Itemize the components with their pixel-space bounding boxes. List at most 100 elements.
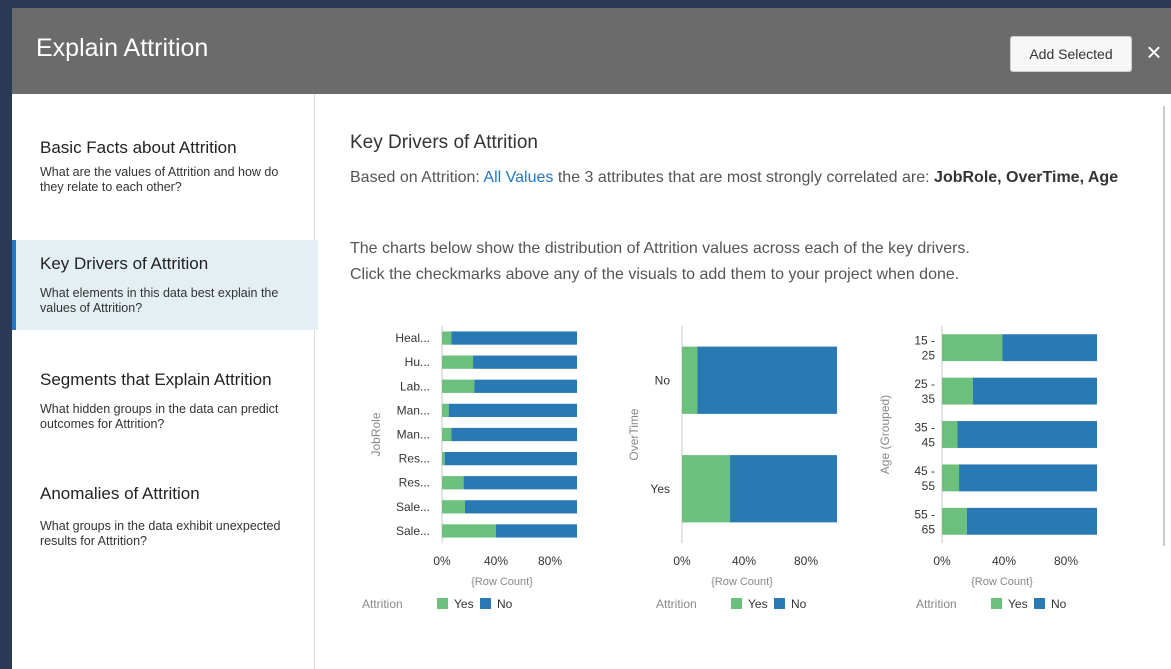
y-tick-label: 55 xyxy=(922,479,936,493)
bar-yes xyxy=(442,331,452,345)
legend-label-no: No xyxy=(497,597,513,611)
bar-yes xyxy=(442,451,445,466)
legend-swatch-no xyxy=(480,598,491,609)
sidebar-item-title: Segments that Explain Attrition xyxy=(40,370,272,389)
description-text: The charts below show the distribution o… xyxy=(350,236,1150,288)
y-tick-label: No xyxy=(655,373,671,387)
bar-yes xyxy=(442,500,465,514)
close-icon[interactable]: × xyxy=(1140,36,1168,70)
x-axis-title: {Row Count} xyxy=(711,576,773,588)
legend-swatch-no xyxy=(1034,598,1045,609)
bar-yes xyxy=(442,476,464,490)
description-line: The charts below show the distribution o… xyxy=(350,240,970,257)
bar-yes xyxy=(942,464,960,492)
bar-no xyxy=(973,377,1097,405)
intro-text: Based on Attrition: All Values the 3 att… xyxy=(350,165,1150,191)
bar-no xyxy=(957,421,1097,448)
scrollbar[interactable] xyxy=(1163,106,1165,546)
bar-no xyxy=(474,379,577,393)
x-tick-label: 40% xyxy=(484,554,508,568)
x-axis-title: {Row Count} xyxy=(971,576,1033,588)
y-tick-label: Lab... xyxy=(400,379,430,393)
y-tick-label: 55 - xyxy=(914,507,935,521)
bar-no xyxy=(1002,334,1097,362)
legend-label-no: No xyxy=(791,597,807,611)
bar-yes xyxy=(942,377,973,405)
bar-yes xyxy=(442,524,496,538)
dialog-header: Explain Attrition Add Selected × xyxy=(12,8,1171,94)
bar-yes xyxy=(682,346,698,414)
add-selected-button[interactable]: Add Selected xyxy=(1010,36,1132,72)
y-axis-title: OverTime xyxy=(627,408,641,461)
sidebar-item-desc: What hidden groups in the data can predi… xyxy=(40,402,279,431)
y-tick-label: Yes xyxy=(650,482,670,496)
sidebar-item-title: Key Drivers of Attrition xyxy=(40,254,209,273)
bar-yes xyxy=(942,507,967,535)
bar-yes xyxy=(442,355,474,369)
y-tick-label: 45 - xyxy=(914,464,935,478)
bar-yes xyxy=(442,427,452,442)
description-line: Click the checkmarks above any of the vi… xyxy=(350,266,960,283)
y-tick-label: Man... xyxy=(397,428,430,442)
bar-no xyxy=(451,331,577,345)
bar-yes xyxy=(942,421,958,448)
bar-yes xyxy=(442,379,475,393)
y-tick-label: Res... xyxy=(399,476,430,490)
dialog-title: Explain Attrition xyxy=(36,34,209,62)
legend-label-yes: Yes xyxy=(748,597,768,611)
legend-title: Attrition xyxy=(656,597,697,611)
bar-yes xyxy=(442,403,449,418)
legend-title: Attrition xyxy=(916,597,957,611)
x-tick-label: 80% xyxy=(538,554,562,568)
sidebar-item-basic-facts[interactable]: Basic Facts about Attrition What are the… xyxy=(12,94,314,234)
y-tick-label: Sale... xyxy=(396,500,430,514)
legend-label-yes: Yes xyxy=(1008,597,1028,611)
bar-no xyxy=(448,403,577,418)
bar-no xyxy=(730,455,837,523)
page-title: Key Drivers of Attrition xyxy=(350,132,538,153)
y-tick-label: 15 - xyxy=(914,334,935,348)
y-tick-label: Res... xyxy=(399,452,430,466)
bar-no xyxy=(697,346,837,414)
bar-no xyxy=(451,427,577,442)
legend-label-yes: Yes xyxy=(454,597,474,611)
y-tick-label: Heal... xyxy=(395,331,430,345)
legend-swatch-yes xyxy=(991,598,1002,609)
bar-no xyxy=(966,507,1097,535)
y-tick-label: 65 xyxy=(922,522,936,536)
all-values-link[interactable]: All Values xyxy=(483,169,553,186)
sidebar-item-desc: What are the values of Attrition and how… xyxy=(40,165,279,194)
legend-swatch-no xyxy=(774,598,785,609)
sidebar: Basic Facts about Attrition What are the… xyxy=(12,94,318,669)
sidebar-item-key-drivers[interactable]: Key Drivers of Attrition What elements i… xyxy=(12,240,318,330)
x-tick-label: 40% xyxy=(732,554,756,568)
sidebar-item-anomalies[interactable]: Anomalies of Attrition What groups in th… xyxy=(12,464,314,564)
x-tick-label: 80% xyxy=(1054,554,1078,568)
intro-attributes: JobRole, OverTime, Age xyxy=(934,169,1119,186)
intro-mid: the 3 attributes that are most strongly … xyxy=(557,169,930,186)
bar-yes xyxy=(682,455,731,523)
sidebar-item-desc: What groups in the data exhibit unexpect… xyxy=(40,519,281,548)
charts-area: Heal... Hu... Lab... Man... Man... Res... Res.… xyxy=(362,326,1097,611)
bar-no xyxy=(496,524,577,538)
y-tick-label: Sale... xyxy=(396,524,430,538)
sidebar-item-title: Anomalies of Attrition xyxy=(40,484,200,503)
legend-title: Attrition xyxy=(362,597,403,611)
bar-no xyxy=(463,476,577,490)
x-tick-label: 40% xyxy=(992,554,1016,568)
bar-yes xyxy=(942,334,1003,362)
x-tick-label: 0% xyxy=(433,554,451,568)
y-tick-label: 45 xyxy=(922,436,936,450)
legend-swatch-yes xyxy=(437,598,448,609)
y-tick-label: Hu... xyxy=(405,355,430,369)
x-axis-title: {Row Count} xyxy=(471,576,533,588)
bar-no xyxy=(464,500,577,514)
main-panel: Key Drivers of Attrition Based on Attrit… xyxy=(315,94,1171,669)
y-tick-label: Man... xyxy=(397,403,430,417)
sidebar-item-segments[interactable]: Segments that Explain Attrition What hid… xyxy=(12,348,314,448)
bar-no xyxy=(444,451,577,466)
y-tick-label: 35 xyxy=(922,392,936,406)
intro-prefix: Based on Attrition: xyxy=(350,169,480,186)
y-tick-label: 25 - xyxy=(914,377,935,391)
legend-swatch-yes xyxy=(731,598,742,609)
